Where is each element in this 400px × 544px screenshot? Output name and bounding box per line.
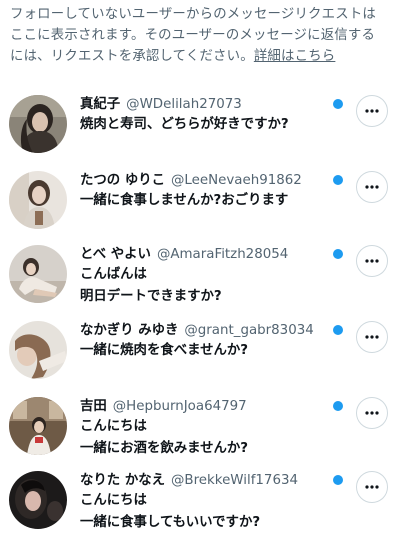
- unread-dot: [333, 249, 343, 259]
- notice-line-1: フォローしていないユーザーからのメッセージリクエストは: [10, 7, 377, 22]
- avatar[interactable]: [9, 95, 67, 153]
- more-options-button[interactable]: [356, 397, 388, 429]
- sender-handle: @WDelilah27073: [126, 97, 242, 112]
- more-horizontal-icon: [365, 485, 379, 489]
- more-horizontal-icon: [365, 411, 379, 415]
- unread-dot: [333, 475, 343, 485]
- message-request-row[interactable]: 吉田 @HepburnJoa64797 こんにちは 一緒にお酒を飲みませんか?: [0, 395, 400, 470]
- message-preview-line-2: 一緒に食事してもいいですか?: [80, 515, 261, 530]
- sender-header: とべ やよい @AmaraFitzh28054: [80, 245, 334, 264]
- message-request-row[interactable]: なりた かなえ @BrekkeWilf17634 こんにちは 一緒に食事してもいい…: [0, 469, 400, 544]
- avatar[interactable]: [9, 471, 67, 529]
- sender-handle: @HepburnJoa64797: [112, 399, 247, 414]
- message-request-row[interactable]: たつの ゆりこ @LeeNevaeh91862 一緒に食事しませんか?おごります: [0, 169, 400, 244]
- notice-line-3: には、リクエストを承認してください。詳細はこちら: [10, 46, 395, 67]
- sender-header: なりた かなえ @BrekkeWilf17634: [80, 471, 334, 490]
- message-preview-line-2: 一緒にお酒を飲みませんか?: [80, 441, 249, 456]
- sender-header: 吉田 @HepburnJoa64797: [80, 397, 334, 416]
- sender-name: なかぎり みゆき: [80, 323, 179, 338]
- more-options-button[interactable]: [356, 471, 388, 503]
- more-options-button[interactable]: [356, 321, 388, 353]
- more-options-button[interactable]: [356, 95, 388, 127]
- sender-name: 吉田: [80, 399, 107, 414]
- message-preview: 焼肉と寿司、どちらが好きですか?: [80, 117, 289, 132]
- learn-more-link[interactable]: 詳細はこちら: [254, 49, 336, 64]
- avatar[interactable]: [9, 171, 67, 229]
- more-horizontal-icon: [365, 109, 379, 113]
- message-preview-line-1: こんにちは: [80, 493, 147, 508]
- notice-line-2: ここに表示されます。そのユーザーのメッセージに返信する: [10, 28, 376, 43]
- more-horizontal-icon: [365, 259, 379, 263]
- more-options-button[interactable]: [356, 245, 388, 277]
- sender-name: 真紀子: [80, 97, 121, 112]
- message-preview: 一緒に焼肉を食べませんか?: [80, 343, 249, 358]
- unread-dot: [333, 325, 343, 335]
- sender-header: たつの ゆりこ @LeeNevaeh91862: [80, 171, 334, 190]
- sender-handle: @grant_gabr83034: [184, 323, 314, 338]
- avatar[interactable]: [9, 245, 67, 303]
- message-preview-line-1: こんばんは: [80, 267, 147, 282]
- notice-line-3-text: には、リクエストを承認してください。: [10, 49, 254, 64]
- message-requests-notice: フォローしていないユーザーからのメッセージリクエストは ここに表示されます。その…: [10, 4, 395, 67]
- unread-dot: [333, 175, 343, 185]
- more-horizontal-icon: [365, 185, 379, 189]
- sender-handle: @BrekkeWilf17634: [171, 473, 299, 488]
- unread-dot: [333, 99, 343, 109]
- sender-name: とべ やよい: [80, 247, 151, 262]
- more-options-button[interactable]: [356, 171, 388, 203]
- message-preview-line-2: 明日デートできますか?: [80, 289, 222, 304]
- avatar[interactable]: [9, 321, 67, 379]
- sender-name: なりた かなえ: [80, 473, 166, 488]
- sender-header: 真紀子 @WDelilah27073: [80, 95, 334, 114]
- message-preview: 一緒に食事しませんか?おごります: [80, 193, 289, 208]
- message-preview-line-1: こんにちは: [80, 419, 147, 434]
- sender-handle: @LeeNevaeh91862: [171, 173, 302, 188]
- sender-name: たつの ゆりこ: [80, 173, 166, 188]
- unread-dot: [333, 401, 343, 411]
- avatar[interactable]: [9, 397, 67, 455]
- message-request-row[interactable]: なかぎり みゆき @grant_gabr83034 一緒に焼肉を食べませんか?: [0, 319, 400, 394]
- message-request-row[interactable]: とべ やよい @AmaraFitzh28054 こんばんは 明日デートできますか?: [0, 243, 400, 318]
- sender-handle: @AmaraFitzh28054: [156, 247, 289, 262]
- sender-header: なかぎり みゆき @grant_gabr83034: [80, 321, 334, 340]
- more-horizontal-icon: [365, 335, 379, 339]
- message-request-row[interactable]: 真紀子 @WDelilah27073 焼肉と寿司、どちらが好きですか?: [0, 93, 400, 168]
